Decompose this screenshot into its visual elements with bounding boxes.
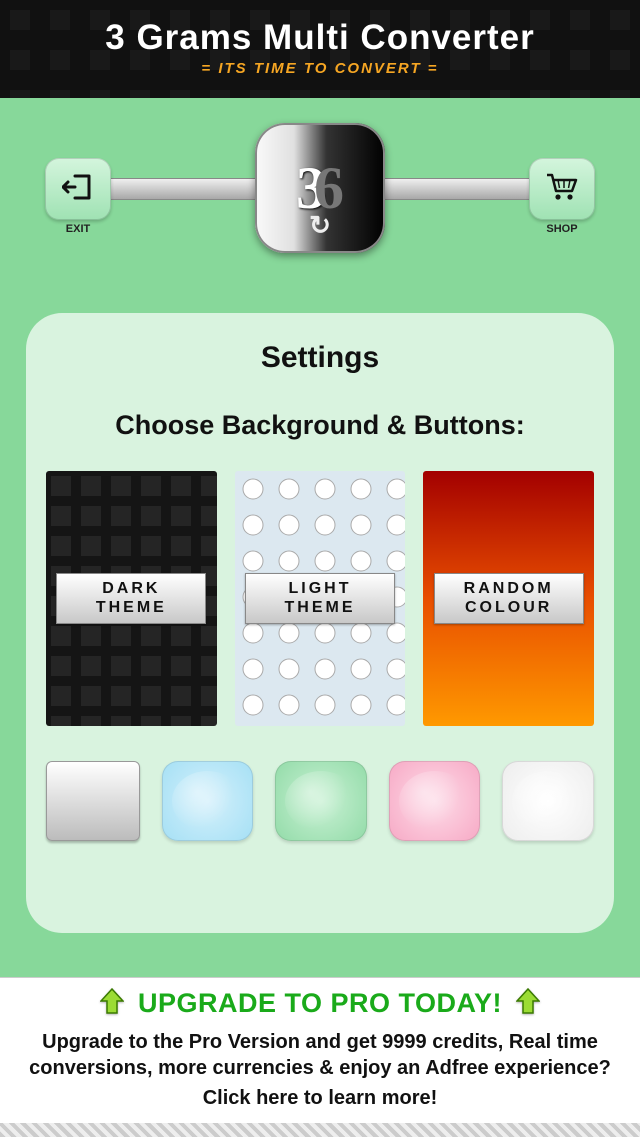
exit-icon [62,172,94,207]
swatch-blue[interactable] [162,761,254,841]
swatch-pink[interactable] [389,761,481,841]
theme-random[interactable]: RANDOM COLOUR [423,471,594,726]
exit-label: EXIT [45,223,111,235]
arrow-up-icon [516,988,540,1019]
swatch-green[interactable] [275,761,367,841]
theme-light-label: LIGHT THEME [245,573,395,624]
nav-bar: EXIT 3 6 ↻ SHOP [0,123,640,273]
theme-dark-label: DARK THEME [56,573,206,624]
swatch-white[interactable] [502,761,594,841]
panel-title: Settings [46,341,594,375]
shop-button[interactable] [529,158,595,220]
app-subtitle: = ITS TIME TO CONVERT = [0,60,640,77]
theme-light[interactable]: LIGHT THEME [235,471,406,726]
settings-panel: Settings Choose Background & Buttons: DA… [26,313,614,933]
theme-row: DARK THEME LIGHT THEME RANDOM COLOUR [46,471,594,726]
cart-icon [545,172,579,207]
upgrade-banner[interactable]: UPGRADE TO PRO TODAY! Upgrade to the Pro… [0,977,640,1137]
logo-content: 3 6 ↻ [255,123,385,253]
swatch-silver[interactable] [46,761,140,841]
upgrade-link: Click here to learn more! [20,1087,620,1110]
swatch-row [46,761,594,841]
panel-subtitle: Choose Background & Buttons: [46,410,594,441]
upgrade-body: Upgrade to the Pro Version and get 9999 … [20,1029,620,1081]
app-logo[interactable]: 3 6 ↻ [255,123,385,253]
footer-texture [0,1123,640,1137]
shop-label: SHOP [529,223,595,235]
theme-random-label: RANDOM COLOUR [434,573,584,624]
app-header: 3 Grams Multi Converter = ITS TIME TO CO… [0,0,640,98]
arrow-up-icon [100,988,124,1019]
theme-dark[interactable]: DARK THEME [46,471,217,726]
footer-title-row: UPGRADE TO PRO TODAY! [20,988,620,1019]
refresh-icon: ↻ [309,211,331,241]
upgrade-title: UPGRADE TO PRO TODAY! [138,988,502,1019]
app-title: 3 Grams Multi Converter [0,18,640,58]
exit-button[interactable] [45,158,111,220]
